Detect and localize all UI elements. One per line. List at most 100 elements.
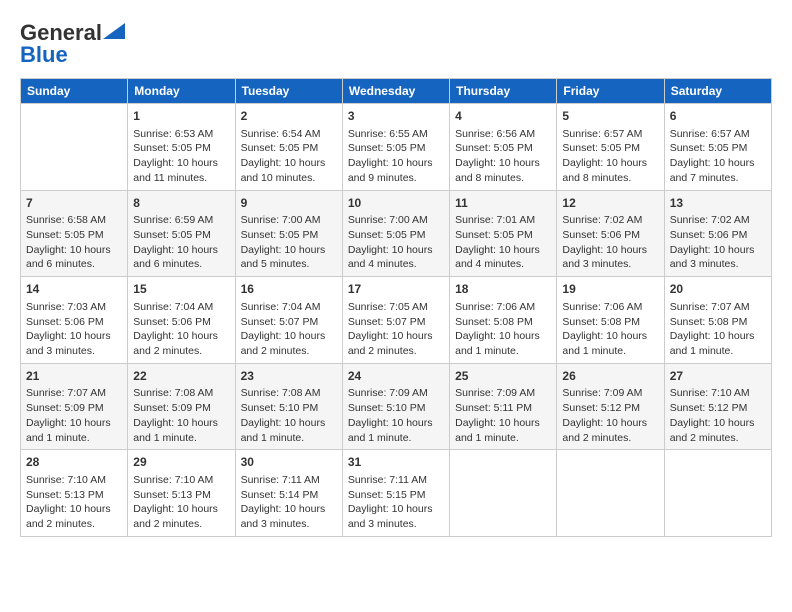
cell-info: Sunrise: 7:02 AMSunset: 5:06 PMDaylight:… xyxy=(670,213,766,272)
calendar-cell: 14 Sunrise: 7:03 AMSunset: 5:06 PMDayligh… xyxy=(21,277,128,364)
cell-info: Sunrise: 7:07 AMSunset: 5:08 PMDaylight:… xyxy=(670,300,766,359)
day-number: 22 xyxy=(133,368,229,385)
cell-info: Sunrise: 7:09 AMSunset: 5:12 PMDaylight:… xyxy=(562,386,658,445)
cell-info: Sunrise: 7:10 AMSunset: 5:13 PMDaylight:… xyxy=(133,473,229,532)
calendar-week-1: 1 Sunrise: 6:53 AMSunset: 5:05 PMDaylight… xyxy=(21,104,772,191)
calendar-cell xyxy=(664,450,771,537)
day-number: 8 xyxy=(133,195,229,212)
day-number: 28 xyxy=(26,454,122,471)
calendar-cell: 29 Sunrise: 7:10 AMSunset: 5:13 PMDayligh… xyxy=(128,450,235,537)
day-number: 15 xyxy=(133,281,229,298)
calendar-cell: 1 Sunrise: 6:53 AMSunset: 5:05 PMDaylight… xyxy=(128,104,235,191)
calendar-week-3: 14 Sunrise: 7:03 AMSunset: 5:06 PMDayligh… xyxy=(21,277,772,364)
calendar-cell: 5 Sunrise: 6:57 AMSunset: 5:05 PMDaylight… xyxy=(557,104,664,191)
calendar-cell: 9Sunrise: 7:00 AMSunset: 5:05 PMDaylight… xyxy=(235,190,342,277)
calendar-cell: 30 Sunrise: 7:11 AMSunset: 5:14 PMDayligh… xyxy=(235,450,342,537)
cell-info: Sunrise: 6:55 AMSunset: 5:05 PMDaylight:… xyxy=(348,127,444,186)
calendar-cell: 12Sunrise: 7:02 AMSunset: 5:06 PMDayligh… xyxy=(557,190,664,277)
column-header-sunday: Sunday xyxy=(21,79,128,104)
cell-info: Sunrise: 7:03 AMSunset: 5:06 PMDaylight:… xyxy=(26,300,122,359)
day-number: 16 xyxy=(241,281,337,298)
cell-info: Sunrise: 7:08 AMSunset: 5:10 PMDaylight:… xyxy=(241,386,337,445)
logo-blue: Blue xyxy=(20,42,68,68)
cell-info: Sunrise: 7:05 AMSunset: 5:07 PMDaylight:… xyxy=(348,300,444,359)
cell-info: Sunrise: 6:54 AMSunset: 5:05 PMDaylight:… xyxy=(241,127,337,186)
calendar-cell: 27Sunrise: 7:10 AMSunset: 5:12 PMDayligh… xyxy=(664,363,771,450)
calendar-cell: 15 Sunrise: 7:04 AMSunset: 5:06 PMDayligh… xyxy=(128,277,235,364)
cell-info: Sunrise: 7:04 AMSunset: 5:06 PMDaylight:… xyxy=(133,300,229,359)
column-header-thursday: Thursday xyxy=(450,79,557,104)
day-number: 9 xyxy=(241,195,337,212)
calendar-cell: 17Sunrise: 7:05 AMSunset: 5:07 PMDayligh… xyxy=(342,277,449,364)
calendar-table: SundayMondayTuesdayWednesdayThursdayFrid… xyxy=(20,78,772,537)
day-number: 12 xyxy=(562,195,658,212)
column-header-friday: Friday xyxy=(557,79,664,104)
calendar-cell: 28 Sunrise: 7:10 AMSunset: 5:13 PMDayligh… xyxy=(21,450,128,537)
calendar-cell: 18 Sunrise: 7:06 AMSunset: 5:08 PMDayligh… xyxy=(450,277,557,364)
cell-info: Sunrise: 7:09 AMSunset: 5:11 PMDaylight:… xyxy=(455,386,551,445)
cell-info: Sunrise: 7:07 AMSunset: 5:09 PMDaylight:… xyxy=(26,386,122,445)
cell-info: Sunrise: 6:59 AMSunset: 5:05 PMDaylight:… xyxy=(133,213,229,272)
cell-info: Sunrise: 7:04 AMSunset: 5:07 PMDaylight:… xyxy=(241,300,337,359)
calendar-cell: 7Sunrise: 6:58 AMSunset: 5:05 PMDaylight… xyxy=(21,190,128,277)
calendar-cell: 8Sunrise: 6:59 AMSunset: 5:05 PMDaylight… xyxy=(128,190,235,277)
cell-info: Sunrise: 7:10 AMSunset: 5:13 PMDaylight:… xyxy=(26,473,122,532)
calendar-cell: 11Sunrise: 7:01 AMSunset: 5:05 PMDayligh… xyxy=(450,190,557,277)
calendar-cell: 16 Sunrise: 7:04 AMSunset: 5:07 PMDayligh… xyxy=(235,277,342,364)
calendar-cell: 20Sunrise: 7:07 AMSunset: 5:08 PMDayligh… xyxy=(664,277,771,364)
day-number: 19 xyxy=(562,281,658,298)
calendar-cell xyxy=(557,450,664,537)
calendar-cell: 19 Sunrise: 7:06 AMSunset: 5:08 PMDayligh… xyxy=(557,277,664,364)
day-number: 24 xyxy=(348,368,444,385)
calendar-cell: 25Sunrise: 7:09 AMSunset: 5:11 PMDayligh… xyxy=(450,363,557,450)
day-number: 13 xyxy=(670,195,766,212)
calendar-cell: 31Sunrise: 7:11 AMSunset: 5:15 PMDayligh… xyxy=(342,450,449,537)
cell-info: Sunrise: 6:58 AMSunset: 5:05 PMDaylight:… xyxy=(26,213,122,272)
day-number: 4 xyxy=(455,108,551,125)
cell-info: Sunrise: 7:01 AMSunset: 5:05 PMDaylight:… xyxy=(455,213,551,272)
day-number: 6 xyxy=(670,108,766,125)
calendar-header-row: SundayMondayTuesdayWednesdayThursdayFrid… xyxy=(21,79,772,104)
day-number: 23 xyxy=(241,368,337,385)
column-header-monday: Monday xyxy=(128,79,235,104)
day-number: 1 xyxy=(133,108,229,125)
day-number: 7 xyxy=(26,195,122,212)
logo: General Blue xyxy=(20,20,125,68)
calendar-week-5: 28 Sunrise: 7:10 AMSunset: 5:13 PMDayligh… xyxy=(21,450,772,537)
calendar-cell: 23Sunrise: 7:08 AMSunset: 5:10 PMDayligh… xyxy=(235,363,342,450)
day-number: 30 xyxy=(241,454,337,471)
calendar-cell: 4 Sunrise: 6:56 AMSunset: 5:05 PMDaylight… xyxy=(450,104,557,191)
calendar-cell: 24Sunrise: 7:09 AMSunset: 5:10 PMDayligh… xyxy=(342,363,449,450)
logo-icon xyxy=(103,23,125,39)
calendar-cell xyxy=(450,450,557,537)
column-header-wednesday: Wednesday xyxy=(342,79,449,104)
calendar-cell: 21Sunrise: 7:07 AMSunset: 5:09 PMDayligh… xyxy=(21,363,128,450)
cell-info: Sunrise: 6:56 AMSunset: 5:05 PMDaylight:… xyxy=(455,127,551,186)
calendar-cell: 13Sunrise: 7:02 AMSunset: 5:06 PMDayligh… xyxy=(664,190,771,277)
day-number: 10 xyxy=(348,195,444,212)
calendar-cell: 6 Sunrise: 6:57 AMSunset: 5:05 PMDaylight… xyxy=(664,104,771,191)
calendar-cell: 3 Sunrise: 6:55 AMSunset: 5:05 PMDaylight… xyxy=(342,104,449,191)
calendar-week-4: 21Sunrise: 7:07 AMSunset: 5:09 PMDayligh… xyxy=(21,363,772,450)
cell-info: Sunrise: 7:06 AMSunset: 5:08 PMDaylight:… xyxy=(455,300,551,359)
calendar-cell xyxy=(21,104,128,191)
day-number: 29 xyxy=(133,454,229,471)
cell-info: Sunrise: 7:08 AMSunset: 5:09 PMDaylight:… xyxy=(133,386,229,445)
day-number: 5 xyxy=(562,108,658,125)
column-header-saturday: Saturday xyxy=(664,79,771,104)
cell-info: Sunrise: 7:11 AMSunset: 5:14 PMDaylight:… xyxy=(241,473,337,532)
cell-info: Sunrise: 7:10 AMSunset: 5:12 PMDaylight:… xyxy=(670,386,766,445)
cell-info: Sunrise: 6:57 AMSunset: 5:05 PMDaylight:… xyxy=(562,127,658,186)
day-number: 14 xyxy=(26,281,122,298)
day-number: 18 xyxy=(455,281,551,298)
day-number: 3 xyxy=(348,108,444,125)
calendar-week-2: 7Sunrise: 6:58 AMSunset: 5:05 PMDaylight… xyxy=(21,190,772,277)
cell-info: Sunrise: 7:00 AMSunset: 5:05 PMDaylight:… xyxy=(241,213,337,272)
cell-info: Sunrise: 7:06 AMSunset: 5:08 PMDaylight:… xyxy=(562,300,658,359)
calendar-cell: 26Sunrise: 7:09 AMSunset: 5:12 PMDayligh… xyxy=(557,363,664,450)
day-number: 31 xyxy=(348,454,444,471)
day-number: 27 xyxy=(670,368,766,385)
cell-info: Sunrise: 6:53 AMSunset: 5:05 PMDaylight:… xyxy=(133,127,229,186)
cell-info: Sunrise: 6:57 AMSunset: 5:05 PMDaylight:… xyxy=(670,127,766,186)
cell-info: Sunrise: 7:00 AMSunset: 5:05 PMDaylight:… xyxy=(348,213,444,272)
